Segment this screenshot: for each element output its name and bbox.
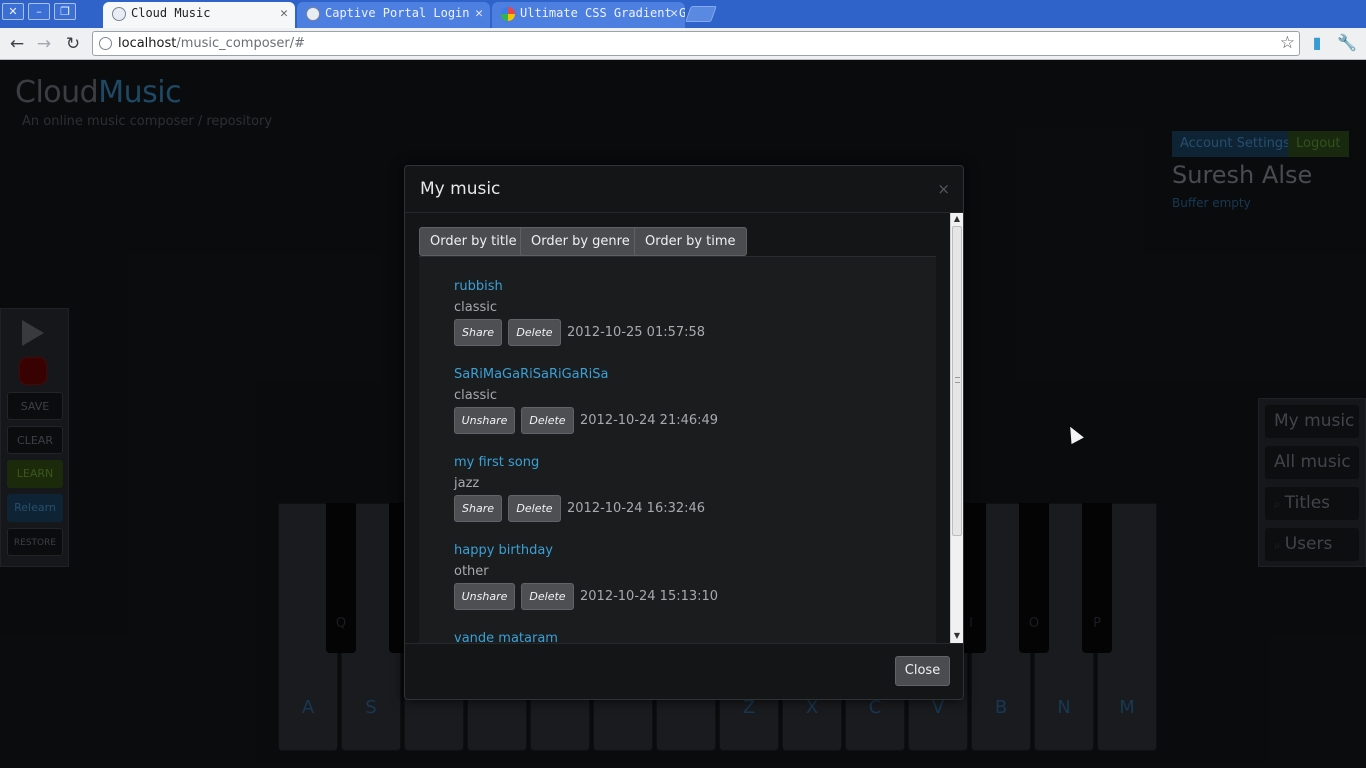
- browser-toolbar: ← → ↻ localhost/music_composer/# ☆ ▮ 🔧: [0, 28, 1366, 60]
- list-item: rubbish classic Share Delete 2012-10-25 …: [454, 277, 705, 347]
- url-text: localhost/music_composer/#: [118, 36, 306, 51]
- scroll-up-arrow-icon[interactable]: ▲: [951, 213, 963, 225]
- song-list: rubbish classic Share Delete 2012-10-25 …: [419, 256, 936, 643]
- window-close-button[interactable]: ✕: [2, 3, 24, 20]
- song-genre: other: [454, 564, 489, 579]
- order-by-time-button[interactable]: Order by time: [634, 227, 747, 256]
- unshare-button[interactable]: Unshare: [454, 407, 515, 434]
- scroll-thumb[interactable]: [952, 226, 962, 536]
- dialog-header: My music ×: [405, 166, 963, 213]
- order-by-genre-button[interactable]: Order by genre: [520, 227, 641, 256]
- browser-tab-strip: ✕ – ❐ Cloud Music ✕ Captive Portal Login…: [0, 0, 1366, 28]
- share-button[interactable]: Share: [454, 319, 502, 346]
- share-button[interactable]: Share: [454, 495, 502, 522]
- tab-title: Ultimate CSS Gradient Ge: [520, 6, 685, 20]
- delete-button[interactable]: Delete: [521, 407, 574, 434]
- gradient-site-icon: [501, 7, 515, 21]
- tab-title: Captive Portal Login: [325, 6, 470, 20]
- song-timestamp: 2012-10-25 01:57:58: [567, 325, 706, 340]
- back-arrow-icon[interactable]: ←: [5, 32, 29, 56]
- globe-icon: [306, 7, 320, 21]
- list-item: vande mataram: [454, 629, 558, 643]
- song-timestamp: 2012-10-24 15:13:10: [580, 589, 719, 604]
- list-item: SaRiMaGaRiSaRiGaRiSa classic Unshare Del…: [454, 365, 718, 435]
- dialog-title: My music: [420, 179, 501, 199]
- window-minimize-button[interactable]: –: [28, 3, 50, 20]
- close-button[interactable]: Close: [895, 656, 950, 686]
- song-title-link[interactable]: SaRiMaGaRiSaRiGaRiSa: [454, 365, 609, 385]
- close-tab-icon[interactable]: ✕: [475, 2, 483, 25]
- forward-arrow-icon[interactable]: →: [32, 32, 56, 56]
- my-music-dialog: My music × Order by title Order by genre…: [404, 165, 964, 700]
- tab-cloud-music[interactable]: Cloud Music ✕: [103, 2, 295, 28]
- dialog-footer: Close: [405, 643, 963, 699]
- reload-icon[interactable]: ↻: [61, 32, 85, 56]
- delete-button[interactable]: Delete: [508, 495, 561, 522]
- dialog-body: Order by title Order by genre Order by t…: [405, 213, 963, 643]
- close-icon[interactable]: ×: [937, 180, 950, 198]
- tab-title: Cloud Music: [131, 6, 211, 20]
- song-genre: classic: [454, 388, 498, 403]
- delete-button[interactable]: Delete: [521, 583, 574, 610]
- unshare-button[interactable]: Unshare: [454, 583, 515, 610]
- bookmark-star-icon[interactable]: ☆: [1280, 32, 1295, 55]
- close-tab-icon[interactable]: ✕: [280, 2, 288, 25]
- dialog-scrollbar[interactable]: ▲ ▼: [950, 213, 963, 643]
- order-by-title-button[interactable]: Order by title: [419, 227, 528, 256]
- window-maximize-button[interactable]: ❐: [54, 3, 76, 20]
- song-timestamp: 2012-10-24 21:46:49: [580, 413, 719, 428]
- scroll-down-arrow-icon[interactable]: ▼: [951, 630, 963, 642]
- tab-captive-portal[interactable]: Captive Portal Login ✕: [297, 2, 490, 28]
- song-title-link[interactable]: my first song: [454, 453, 539, 473]
- song-title-link[interactable]: happy birthday: [454, 541, 553, 561]
- address-bar[interactable]: localhost/music_composer/# ☆: [92, 31, 1300, 56]
- song-title-link[interactable]: vande mataram: [454, 629, 558, 643]
- globe-icon: [112, 7, 126, 21]
- song-timestamp: 2012-10-24 16:32:46: [567, 501, 706, 516]
- song-genre: jazz: [454, 476, 480, 491]
- close-tab-icon[interactable]: ✕: [670, 2, 678, 25]
- new-tab-button[interactable]: [685, 6, 717, 22]
- song-title-link[interactable]: rubbish: [454, 277, 503, 297]
- song-genre: classic: [454, 300, 498, 315]
- globe-icon: [99, 37, 112, 50]
- list-item: happy birthday other Unshare Delete 2012…: [454, 541, 718, 611]
- list-item: my first song jazz Share Delete 2012-10-…: [454, 453, 705, 523]
- grip-icon: [955, 377, 960, 383]
- delete-button[interactable]: Delete: [508, 319, 561, 346]
- tab-css-gradient[interactable]: Ultimate CSS Gradient Ge ✕: [492, 2, 685, 28]
- bookmarks-icon[interactable]: ▮: [1307, 33, 1327, 53]
- wrench-icon[interactable]: 🔧: [1337, 33, 1357, 53]
